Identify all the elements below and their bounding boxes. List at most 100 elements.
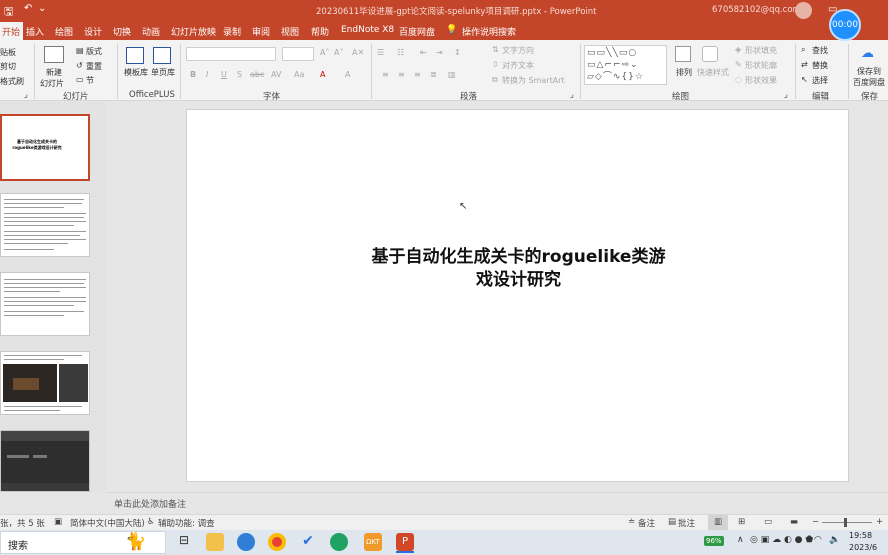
tab-animations[interactable]: 动画 bbox=[142, 25, 160, 38]
notes-pane[interactable]: 单击此处添加备注 bbox=[106, 492, 888, 514]
task-view-icon[interactable]: ⊟ bbox=[175, 533, 193, 551]
clock-date[interactable]: 2023/6 bbox=[849, 543, 877, 552]
tab-transitions[interactable]: 切换 bbox=[113, 25, 131, 38]
slide-thumbnail-4[interactable] bbox=[0, 351, 90, 415]
language-indicator[interactable]: 简体中文(中国大陆) bbox=[70, 517, 145, 529]
tab-draw[interactable]: 绘图 bbox=[55, 25, 73, 38]
avatar[interactable] bbox=[795, 2, 812, 19]
line-spacing-icon[interactable]: ↕ bbox=[454, 48, 461, 57]
layout-button[interactable]: 版式 bbox=[86, 46, 102, 57]
current-slide[interactable]: 基于自动化生成关卡的roguelike类游 戏设计研究 ↖ bbox=[186, 109, 849, 482]
new-slide-button[interactable]: 新建 bbox=[46, 67, 62, 78]
align-text-button[interactable]: 对齐文本 bbox=[502, 60, 534, 71]
justify-icon[interactable]: ≣ bbox=[430, 70, 437, 79]
zoom-in-icon[interactable]: + bbox=[876, 517, 883, 527]
font-size-select[interactable] bbox=[282, 47, 314, 61]
account-name[interactable]: 670582102@qq.com bbox=[712, 5, 801, 15]
tab-help[interactable]: 帮助 bbox=[311, 25, 329, 38]
chevron-up-icon[interactable]: ∧ bbox=[737, 535, 744, 545]
underline-icon[interactable]: U bbox=[221, 70, 227, 79]
normal-view-icon[interactable]: ▥ bbox=[708, 515, 728, 530]
cut-button[interactable]: 剪切 bbox=[0, 61, 16, 72]
save-icon[interactable]: 🖫 bbox=[4, 3, 13, 22]
file-explorer-icon[interactable] bbox=[206, 533, 224, 551]
change-case-icon[interactable]: Aa bbox=[294, 70, 304, 79]
taskbar-search-box[interactable]: 搜索 🐈 bbox=[0, 531, 166, 554]
ev-capture-icon[interactable]: ΩKT bbox=[364, 533, 382, 551]
align-center-icon[interactable]: ≡ bbox=[398, 70, 405, 79]
notes-toggle-button[interactable]: 备注 bbox=[638, 517, 655, 529]
template-library-button[interactable]: 模板库 bbox=[124, 67, 148, 78]
customize-qat-icon[interactable]: ⌄ bbox=[38, 3, 46, 14]
tab-insert[interactable]: 插入 bbox=[26, 25, 44, 38]
tab-design[interactable]: 设计 bbox=[84, 25, 102, 38]
highlight-icon[interactable]: A bbox=[345, 70, 350, 79]
undo-icon[interactable]: ↶ bbox=[24, 3, 32, 14]
clock-time[interactable]: 19:58 bbox=[849, 531, 872, 540]
format-painter-button[interactable]: 格式刷 bbox=[0, 76, 24, 87]
slideshow-icon[interactable]: ▬ bbox=[790, 517, 798, 527]
increase-font-icon[interactable]: A˄ bbox=[320, 48, 329, 57]
align-left-icon[interactable]: ≡ bbox=[382, 70, 389, 79]
single-page-library-icon[interactable] bbox=[153, 47, 171, 64]
accessibility-status[interactable]: 辅助功能: 调查 bbox=[158, 517, 215, 529]
tray-icons[interactable]: ◎ ▣ ☁ ◐ ● ⬟ bbox=[750, 535, 813, 545]
strikethrough-icon[interactable]: abc bbox=[250, 70, 264, 79]
slide-thumbnail-2[interactable] bbox=[0, 193, 90, 257]
clipboard-launcher-icon[interactable]: ⌟ bbox=[24, 90, 28, 100]
battery-indicator[interactable]: 96% bbox=[704, 536, 724, 546]
paragraph-launcher-icon[interactable]: ⌟ bbox=[570, 90, 574, 100]
volume-icon[interactable]: 🔈 bbox=[829, 535, 840, 545]
bullets-icon[interactable]: ☰ bbox=[377, 48, 384, 57]
shape-fill-button[interactable]: 形状填充 bbox=[745, 45, 777, 56]
clipboard-label[interactable]: 贴板 bbox=[0, 47, 16, 58]
font-color-icon[interactable]: A bbox=[320, 70, 325, 79]
slide-sorter-icon[interactable]: ⊞ bbox=[738, 517, 745, 527]
tab-endnote[interactable]: EndNote X8 bbox=[341, 25, 394, 35]
arrange-button[interactable]: 排列 bbox=[676, 67, 692, 78]
shape-effects-button[interactable]: 形状效果 bbox=[745, 75, 777, 86]
select-button[interactable]: 选择 bbox=[812, 75, 828, 86]
decrease-indent-icon[interactable]: ⇤ bbox=[420, 48, 427, 57]
numbering-icon[interactable]: ☷ bbox=[397, 48, 404, 57]
spellcheck-icon[interactable]: ▣ bbox=[54, 517, 62, 527]
shadow-icon[interactable]: S bbox=[237, 70, 242, 79]
todo-icon[interactable]: ✔ bbox=[299, 533, 317, 551]
drawing-launcher-icon[interactable]: ⌟ bbox=[784, 90, 788, 100]
slide-title[interactable]: 基于自动化生成关卡的roguelike类游 戏设计研究 bbox=[247, 246, 790, 292]
slide-thumbnail-1[interactable]: 基于自动化生成关卡的roguelike类游戏设计研究 bbox=[0, 114, 90, 181]
quick-styles-button[interactable]: 快速样式 bbox=[697, 67, 729, 78]
italic-icon[interactable]: I bbox=[206, 70, 208, 79]
tell-me-search[interactable]: 操作说明搜索 bbox=[462, 25, 516, 38]
tab-record[interactable]: 录制 bbox=[223, 25, 241, 38]
chrome-icon[interactable] bbox=[268, 533, 286, 551]
increase-indent-icon[interactable]: ⇥ bbox=[436, 48, 443, 57]
tab-baidu-netdisk[interactable]: 百度网盘 bbox=[399, 25, 435, 38]
powerpoint-taskbar-icon[interactable]: P bbox=[396, 533, 414, 551]
zoom-out-icon[interactable]: − bbox=[812, 517, 819, 527]
edge-icon[interactable] bbox=[237, 533, 255, 551]
new-slide-icon[interactable] bbox=[44, 46, 64, 63]
font-name-select[interactable] bbox=[186, 47, 276, 61]
quick-styles-icon[interactable] bbox=[702, 46, 718, 62]
slide-thumbnail-5[interactable] bbox=[0, 430, 90, 492]
replace-button[interactable]: 替换 bbox=[812, 60, 828, 71]
smartart-button[interactable]: 转换为 SmartArt bbox=[502, 75, 565, 86]
char-spacing-icon[interactable]: AV bbox=[271, 70, 281, 79]
tab-review[interactable]: 审阅 bbox=[252, 25, 270, 38]
save-to-button[interactable]: 保存到 bbox=[857, 66, 881, 77]
arrange-icon[interactable] bbox=[675, 46, 691, 62]
tab-home[interactable]: 开始 bbox=[0, 22, 24, 40]
tab-slideshow[interactable]: 幻灯片放映 bbox=[171, 25, 216, 38]
align-right-icon[interactable]: ≡ bbox=[414, 70, 421, 79]
recording-timer[interactable]: 00:00 bbox=[829, 9, 861, 41]
section-button[interactable]: 节 bbox=[86, 75, 94, 86]
zoom-slider-thumb[interactable] bbox=[844, 518, 847, 527]
reading-view-icon[interactable]: ▭ bbox=[764, 517, 772, 527]
zoom-slider[interactable] bbox=[822, 522, 872, 523]
notes-placeholder[interactable]: 单击此处添加备注 bbox=[114, 497, 186, 510]
clear-formatting-icon[interactable]: A✕ bbox=[352, 48, 364, 57]
wechat-icon[interactable] bbox=[330, 533, 348, 551]
wifi-icon[interactable]: ◠ bbox=[814, 535, 822, 545]
shapes-gallery[interactable]: ▭▭╲╲▭○ ▭△⌐⌐⇨⌄ ▱◇⌒∿{}☆ bbox=[584, 45, 667, 85]
